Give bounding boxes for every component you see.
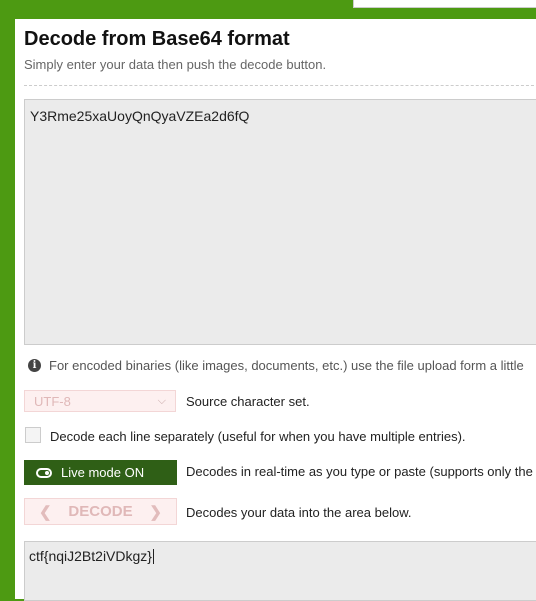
live-mode-button[interactable]: Live mode ON	[24, 460, 177, 485]
info-icon: i	[28, 359, 41, 372]
info-note: i For encoded binaries (like images, doc…	[28, 358, 524, 373]
top-search-field[interactable]	[353, 0, 536, 8]
page-title: Decode from Base64 format	[24, 28, 290, 50]
live-mode-description: Decodes in real-time as you type or past…	[186, 464, 533, 479]
page-background	[0, 0, 15, 589]
input-text: Y3Rme25xaUoyQnQyaVZEa2d6fQ	[30, 108, 250, 124]
charset-selected: UTF-8	[34, 393, 71, 409]
chevron-left-icon: ❮	[39, 503, 52, 521]
charset-select[interactable]: UTF-8 ⌵	[24, 390, 176, 412]
output-textarea[interactable]: ctf{nqiJ2Bt2iVDkgz}	[24, 541, 536, 601]
input-textarea[interactable]: Y3Rme25xaUoyQnQyaVZEa2d6fQ	[24, 99, 536, 345]
output-text: ctf{nqiJ2Bt2iVDkgz}	[29, 548, 152, 564]
decode-panel: Decode from Base64 format Simply enter y…	[15, 19, 536, 601]
decode-label: DECODE	[68, 503, 133, 520]
toggle-icon	[36, 467, 52, 478]
info-text: For encoded binaries (like images, docum…	[49, 358, 524, 373]
charset-label: Source character set.	[186, 394, 310, 409]
decode-description: Decodes your data into the area below.	[186, 505, 412, 520]
live-mode-label: Live mode ON	[61, 465, 145, 480]
text-cursor	[152, 549, 154, 564]
chevron-down-icon: ⌵	[157, 394, 166, 407]
decode-button[interactable]: ❮ DECODE ❯	[24, 498, 177, 525]
each-line-label[interactable]: Decode each line separately (useful for …	[50, 429, 466, 444]
chevron-right-icon: ❯	[149, 503, 162, 521]
divider	[24, 85, 536, 86]
each-line-checkbox[interactable]	[25, 427, 41, 443]
page-subtitle: Simply enter your data then push the dec…	[24, 57, 327, 72]
